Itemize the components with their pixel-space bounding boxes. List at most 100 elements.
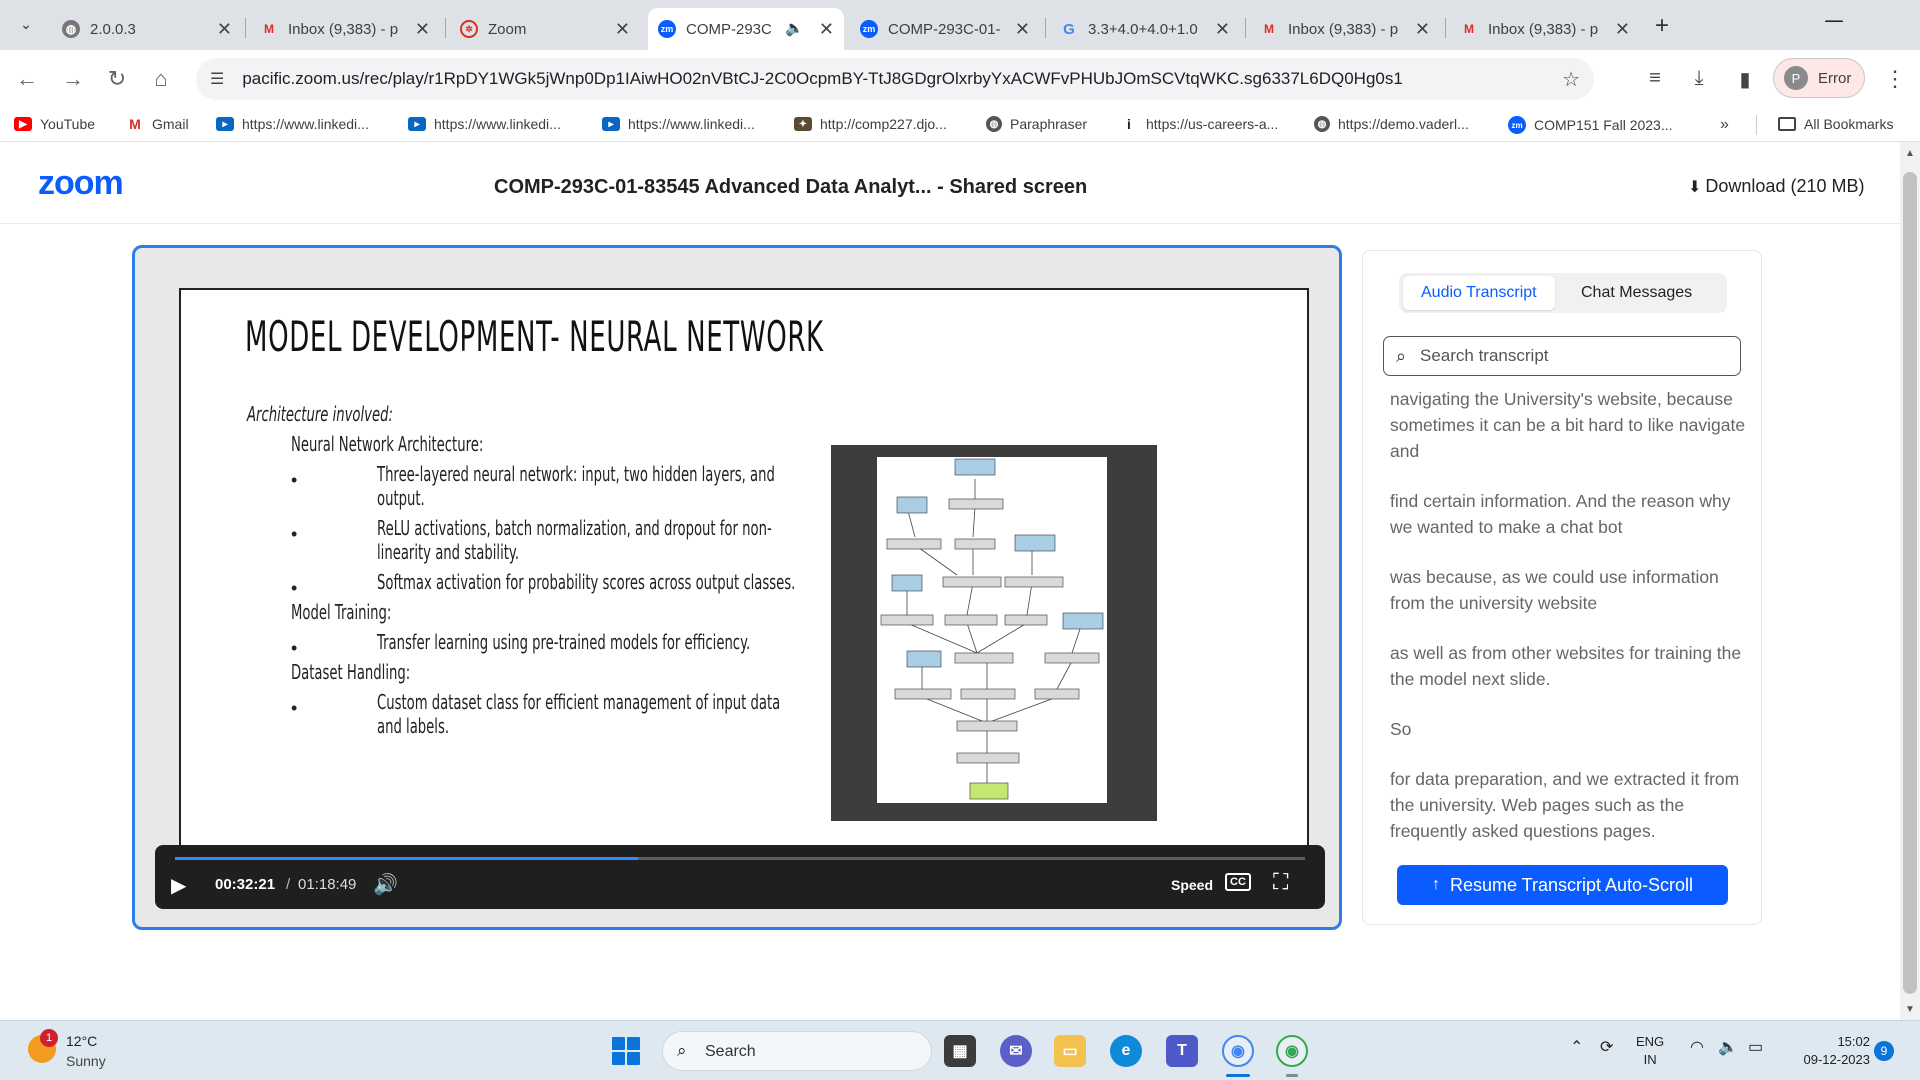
close-tab-icon[interactable]: ✕ [1215, 19, 1230, 40]
zoom-app-icon: zm [860, 20, 878, 38]
profile-avatar: P [1784, 66, 1808, 90]
volume-icon[interactable]: 🔊 [373, 872, 398, 897]
transcript-paragraph[interactable]: find certain information. And the reason… [1390, 488, 1750, 540]
transcript-paragraph[interactable]: navigating the University's website, bec… [1390, 386, 1750, 464]
globe-icon: ◍ [1314, 116, 1330, 132]
zoom-logo[interactable]: zoom [38, 164, 124, 203]
weather-condition[interactable]: Sunny [66, 1053, 106, 1069]
wifi-icon[interactable]: ◠ [1690, 1037, 1704, 1057]
resume-auto-scroll-button[interactable]: ↑ Resume Transcript Auto-Scroll [1397, 865, 1728, 905]
time-separator: / [286, 876, 291, 893]
active-app-indicator [1226, 1074, 1250, 1077]
tab-search-chevron-icon[interactable]: ⌄ [12, 10, 40, 38]
tab-audio-transcript[interactable]: Audio Transcript [1403, 276, 1555, 310]
profile-button[interactable]: P Error [1773, 58, 1865, 98]
video-player[interactable]: MODEL DEVELOPMENT- NEURAL NETWORK Archit… [132, 245, 1342, 930]
fullscreen-icon[interactable]: ⛶ [1273, 869, 1288, 895]
home-icon[interactable]: ⌂ [146, 66, 176, 92]
chat-icon[interactable]: ✉ [1000, 1035, 1032, 1067]
more-bookmarks-chevron-icon[interactable]: » [1720, 116, 1729, 134]
file-explorer-icon[interactable]: ▭ [1054, 1035, 1086, 1067]
bookmark-linkedin-2[interactable]: ▸ https://www.linkedi... [408, 116, 561, 132]
close-tab-icon[interactable]: ✕ [615, 19, 630, 40]
slide-bullet-line: linearity and stability. [377, 540, 520, 564]
tab-separator [1245, 18, 1246, 38]
browser-tab-8[interactable]: M Inbox (9,383) - p ✕ [1450, 8, 1640, 50]
back-arrow-icon[interactable]: ← [12, 66, 42, 92]
reload-icon[interactable]: ↻ [102, 66, 132, 92]
all-bookmarks-button[interactable]: All Bookmarks [1778, 116, 1893, 132]
teams-icon[interactable]: T [1166, 1035, 1198, 1067]
new-tab-plus-icon[interactable]: + [1648, 12, 1676, 40]
battery-icon[interactable]: ▭ [1748, 1037, 1763, 1057]
address-bar[interactable]: ☰ pacific.zoom.us/rec/play/r1RpDY1WGk5jW… [196, 58, 1594, 100]
chrome-profile-2-icon[interactable]: ◉ [1276, 1035, 1308, 1067]
scrollbar-thumb[interactable] [1903, 172, 1917, 994]
edge-browser-icon[interactable]: e [1110, 1035, 1142, 1067]
bookmark-demo-vaderl[interactable]: ◍ https://demo.vaderl... [1314, 116, 1469, 132]
tab-chat-messages[interactable]: Chat Messages [1563, 276, 1710, 310]
media-controls-icon[interactable]: ≡ [1640, 67, 1670, 90]
close-tab-icon[interactable]: ✕ [819, 19, 834, 40]
browser-tab-1[interactable]: ◍ 2.0.0.3 ✕ [52, 8, 242, 50]
volume-icon[interactable]: 🔈 [1718, 1037, 1738, 1057]
browser-tab-4-active[interactable]: zm COMP-293C 🔈 ✕ [648, 8, 844, 50]
transcript-panel: Audio Transcript Chat Messages ⌕ navigat… [1362, 250, 1762, 925]
current-time: 00:32:21 [215, 876, 276, 893]
bookmark-comp151[interactable]: zm COMP151 Fall 2023... [1508, 116, 1673, 134]
gmail-icon: M [264, 22, 274, 36]
site-settings-icon[interactable]: ☰ [210, 69, 224, 89]
task-view-icon[interactable]: ▦ [944, 1035, 976, 1067]
browser-tab-6[interactable]: G 3.3+4.0+4.0+1.0 ✕ [1050, 8, 1240, 50]
close-tab-icon[interactable]: ✕ [1615, 19, 1630, 40]
forward-arrow-icon[interactable]: → [58, 66, 88, 92]
bookmark-paraphraser[interactable]: ◍ Paraphraser [986, 116, 1087, 132]
taskbar-search[interactable]: ⌕ Search [662, 1031, 932, 1071]
notification-count-badge[interactable]: 9 [1874, 1041, 1894, 1061]
progress-track[interactable] [175, 857, 1305, 860]
bookmark-gmail[interactable]: M Gmail [126, 116, 188, 132]
side-panel-icon[interactable]: ▮ [1730, 67, 1760, 92]
system-clock[interactable]: 15:02 09-12-2023 [1790, 1033, 1871, 1069]
chrome-profile-1-icon[interactable]: ◉ [1222, 1035, 1254, 1067]
weather-temperature[interactable]: 12°C [66, 1033, 97, 1049]
arrow-up-icon: ↑ [1431, 876, 1440, 893]
browser-menu-icon[interactable]: ⋮ [1884, 66, 1906, 92]
linkedin-learning-icon: ▸ [408, 117, 426, 131]
scroll-down-icon[interactable]: ▼ [1905, 1004, 1915, 1015]
bookmark-comp227[interactable]: ✦ http://comp227.djo... [794, 116, 947, 132]
downloads-icon[interactable]: ⤓ [1684, 67, 1714, 90]
browser-tab-5[interactable]: zm COMP-293C-01- ✕ [850, 8, 1040, 50]
transcript-search-box[interactable]: ⌕ [1383, 336, 1741, 376]
bookmark-linkedin-3[interactable]: ▸ https://www.linkedi... [602, 116, 755, 132]
play-icon[interactable]: ▶ [171, 873, 186, 898]
transcript-paragraph[interactable]: So [1390, 716, 1750, 742]
page-scrollbar[interactable]: ▲ ▼ [1900, 142, 1920, 1022]
bookmark-youtube[interactable]: ▶ YouTube [14, 116, 95, 132]
sync-icon[interactable]: ⟳ [1600, 1037, 1613, 1057]
browser-tab-7[interactable]: M Inbox (9,383) - p ✕ [1250, 8, 1440, 50]
language-indicator[interactable]: ENG IN [1636, 1033, 1664, 1069]
closed-captions-icon[interactable]: CC [1225, 873, 1251, 891]
browser-tab-2[interactable]: M Inbox (9,383) - p ✕ [250, 8, 440, 50]
speed-button[interactable]: Speed [1171, 877, 1213, 893]
close-tab-icon[interactable]: ✕ [415, 19, 430, 40]
transcript-paragraph[interactable]: as well as from other websites for train… [1390, 640, 1750, 692]
windows-start-icon[interactable] [612, 1037, 640, 1065]
transcript-search-input[interactable] [1420, 343, 1720, 369]
minimize-window-button[interactable]: — [1814, 12, 1854, 30]
close-tab-icon[interactable]: ✕ [1415, 19, 1430, 40]
scroll-up-icon[interactable]: ▲ [1905, 148, 1915, 159]
transcript-paragraph[interactable]: was because, as we could use information… [1390, 564, 1750, 616]
show-hidden-icons-chevron-icon[interactable]: ⌃ [1570, 1037, 1583, 1057]
bookmark-star-icon[interactable]: ☆ [1562, 67, 1580, 92]
url-text[interactable]: pacific.zoom.us/rec/play/r1RpDY1WGk5jWnp… [242, 69, 1402, 89]
browser-tab-3[interactable]: ✲ Zoom ✕ [450, 8, 640, 50]
bookmark-us-careers[interactable]: i https://us-careers-a... [1120, 116, 1278, 132]
speaker-audio-icon[interactable]: 🔈 [785, 19, 804, 37]
bookmark-linkedin-1[interactable]: ▸ https://www.linkedi... [216, 116, 369, 132]
close-tab-icon[interactable]: ✕ [1015, 19, 1030, 40]
download-button[interactable]: ⬇ Download (210 MB) [1688, 176, 1864, 197]
transcript-paragraph[interactable]: for data preparation, and we extracted i… [1390, 766, 1750, 844]
close-tab-icon[interactable]: ✕ [217, 19, 232, 40]
